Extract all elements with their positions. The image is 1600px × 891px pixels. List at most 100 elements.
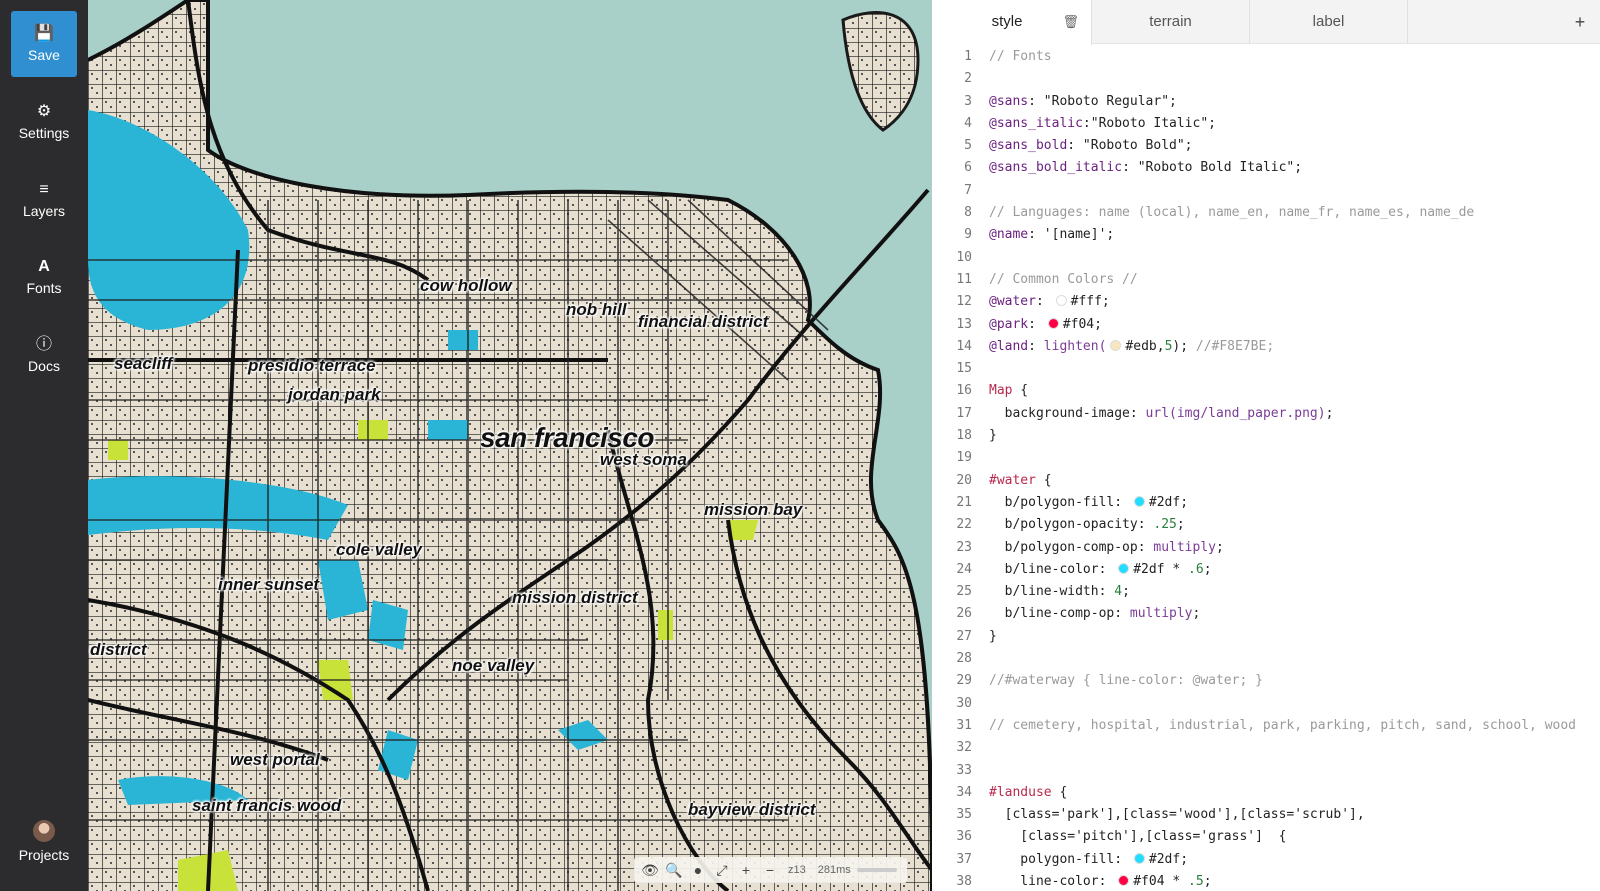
code-line[interactable]: 3 @sans: "Roboto Regular"; (932, 91, 1600, 113)
code-line[interactable]: 6 @sans_bold_italic: "Roboto Bold Italic"… (932, 157, 1600, 179)
code-token: multiply (1153, 539, 1216, 555)
settings-button[interactable]: ⚙ Settings (0, 87, 88, 155)
zoom-in-button[interactable]: + (734, 859, 758, 881)
code-line[interactable]: 34 #landuse { (932, 782, 1600, 804)
code-line[interactable]: 17 background-image: url(img/land_paper.… (932, 403, 1600, 425)
code-token: @water (989, 294, 1036, 310)
code-line[interactable]: 15 (932, 358, 1600, 380)
code-line[interactable]: 23 b/polygon-comp-op: multiply; (932, 537, 1600, 559)
code-line[interactable]: 5 @sans_bold: "Roboto Bold"; (932, 135, 1600, 157)
eye-icon[interactable]: 👁 (638, 859, 662, 881)
tab-label[interactable]: label (1250, 0, 1408, 44)
code-text: @name: '[name]'; (989, 224, 1114, 246)
code-text: //#waterway { line-color: @water; } (989, 670, 1263, 692)
projects-button[interactable]: Projects (0, 812, 88, 880)
code-line[interactable]: 19 (932, 447, 1600, 469)
code-line[interactable]: 35 [class='park'],[class='wood'],[class=… (932, 804, 1600, 826)
code-line[interactable]: 13 @park: #f04; (932, 314, 1600, 336)
code-line[interactable]: 33 (932, 760, 1600, 782)
color-swatch[interactable] (1055, 295, 1067, 307)
code-line[interactable]: 18} (932, 425, 1600, 447)
code-line[interactable]: 11 // Common Colors // (932, 269, 1600, 291)
gear-icon: ⚙ (36, 103, 52, 120)
code-line[interactable]: 7 (932, 180, 1600, 202)
add-tab-button[interactable]: + (1560, 0, 1600, 44)
code-line[interactable]: 16 Map { (932, 380, 1600, 402)
line-number: 2 (964, 71, 972, 87)
color-swatch[interactable] (1133, 495, 1145, 507)
docs-button[interactable]: ⓘ Docs (0, 320, 88, 388)
layers-label: Layers (22, 203, 66, 219)
code-line[interactable]: 37 polygon-fill: #2df; (932, 849, 1600, 871)
zoom-out-button[interactable]: − (758, 859, 782, 881)
trash-icon[interactable]: 🗑 (1062, 0, 1079, 44)
code-token: background-image: (989, 405, 1146, 421)
line-number: 6 (964, 160, 972, 176)
line-number: 32 (956, 740, 972, 756)
line-number: 15 (956, 361, 972, 377)
code-line[interactable]: 2 (932, 68, 1600, 90)
code-text: b/line-color: #2df * .6; (989, 559, 1212, 581)
line-number: 19 (956, 450, 972, 466)
line-number: 36 (956, 829, 972, 845)
line-number: 23 (956, 539, 972, 555)
code-line[interactable]: 28 (932, 648, 1600, 670)
code-text: // Fonts (989, 46, 1052, 68)
code-line[interactable]: 20 #water { (932, 470, 1600, 492)
line-number: 5 (964, 138, 972, 154)
code-text: b/line-width: 4; (989, 581, 1130, 603)
map-canvas[interactable]: cow hollow nob hill financial district s… (88, 0, 932, 891)
color-swatch[interactable] (1118, 562, 1130, 574)
layers-button[interactable]: ≡ Layers (0, 165, 88, 233)
color-swatch[interactable] (1047, 317, 1059, 329)
code-line[interactable]: 14 @land: lighten(#edb,5); //#F8E7BE; (932, 336, 1600, 358)
code-line[interactable]: 31 // cemetery, hospital, industrial, par… (932, 715, 1600, 737)
code-line[interactable]: 4 @sans_italic:"Roboto Italic"; (932, 113, 1600, 135)
code-text: [class='pitch'],[class='grass'] { (989, 826, 1286, 848)
color-swatch[interactable] (1110, 339, 1122, 351)
code-line[interactable]: 9 @name: '[name]'; (932, 224, 1600, 246)
code-token: : (1028, 316, 1044, 332)
code-line[interactable]: 21 b/polygon-fill: #2df; (932, 492, 1600, 514)
code-line[interactable]: 24 b/line-color: #2df * .6; (932, 559, 1600, 581)
code-token: b/line-color: (989, 561, 1115, 577)
code-token: Map (989, 383, 1013, 399)
code-token: @land (989, 338, 1029, 354)
code-line[interactable]: 8 // Languages: name (local), name_en, na… (932, 202, 1600, 224)
line-number: 12 (956, 294, 972, 310)
code-token: url(img/land_paper.png) (1145, 405, 1326, 421)
fonts-button[interactable]: A Fonts (0, 242, 88, 310)
code-token: .5 (1188, 873, 1204, 889)
code-area[interactable]: 1// Fonts 2 3 @sans: "Roboto Regular"; 4 @san… (932, 46, 1600, 891)
code-line[interactable]: 26 b/line-comp-op: multiply; (932, 603, 1600, 625)
code-line[interactable]: 1 // Fonts (932, 46, 1600, 68)
code-token: #edb, (1125, 338, 1165, 354)
code-line[interactable]: 30 (932, 693, 1600, 715)
code-text: #water { (989, 470, 1052, 492)
color-swatch[interactable] (1133, 852, 1145, 864)
code-line[interactable]: 38 line-color: #f04 * .5; (932, 871, 1600, 891)
code-token: .25 (1153, 517, 1177, 533)
search-icon[interactable]: 🔍 (662, 859, 686, 881)
code-line[interactable]: 10 (932, 247, 1600, 269)
code-token: { (1035, 472, 1052, 488)
line-number: 34 (956, 784, 972, 800)
fullscreen-icon[interactable]: ⤢ (710, 859, 734, 881)
pin-icon[interactable]: ● (686, 859, 710, 881)
code-line[interactable]: 25 b/line-width: 4; (932, 581, 1600, 603)
code-token: #water (989, 472, 1036, 488)
line-number: 17 (956, 405, 972, 421)
code-line[interactable]: 22 b/polygon-opacity: .25; (932, 514, 1600, 536)
code-line[interactable]: 12 @water: #fff; (932, 291, 1600, 313)
line-number: 29 (956, 673, 972, 689)
code-line[interactable]: 29 //#waterway { line-color: @water; } (932, 670, 1600, 692)
code-line[interactable]: 27} (932, 626, 1600, 648)
color-swatch[interactable] (1118, 874, 1130, 886)
code-line[interactable]: 32 (932, 737, 1600, 759)
tab-terrain[interactable]: terrain (1092, 0, 1250, 44)
code-token: //#F8E7BE; (1195, 338, 1275, 354)
save-button[interactable]: 💾 Save (11, 11, 77, 77)
code-token: { (1012, 383, 1029, 399)
tab-style[interactable]: style 🗑 (932, 0, 1092, 45)
code-line[interactable]: 36 [class='pitch'],[class='grass'] { (932, 826, 1600, 848)
